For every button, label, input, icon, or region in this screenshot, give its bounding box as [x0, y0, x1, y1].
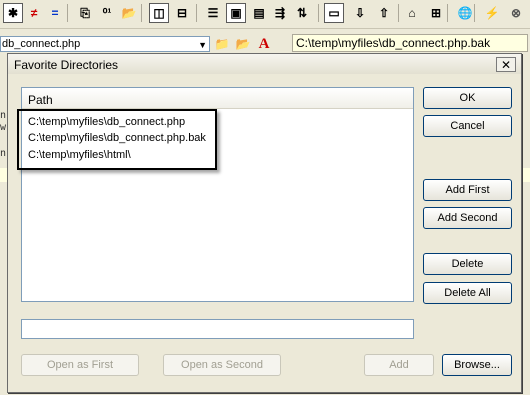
- down-arrow-icon[interactable]: ⇩: [350, 3, 370, 23]
- background-text-fragment: n: [0, 148, 7, 159]
- two-pane-horizontal-icon[interactable]: ⊟: [172, 3, 192, 23]
- frame-icon[interactable]: ▭: [324, 3, 344, 23]
- globe-icon[interactable]: 🌐: [455, 3, 475, 23]
- copy-icon[interactable]: ⎘: [75, 3, 95, 23]
- dialog-titlebar[interactable]: Favorite Directories ✕: [8, 54, 521, 74]
- close-button[interactable]: ✕: [496, 57, 516, 72]
- path-input[interactable]: [21, 319, 414, 339]
- equal-icon[interactable]: =: [45, 3, 65, 23]
- add-second-button[interactable]: Add Second: [423, 207, 512, 229]
- folder-favorite-icon[interactable]: 📂: [233, 34, 253, 54]
- folder-browse-icon[interactable]: 📁: [212, 34, 232, 54]
- add-first-button[interactable]: Add First: [423, 179, 512, 201]
- font-icon[interactable]: A: [254, 34, 274, 54]
- delete-all-button[interactable]: Delete All: [423, 282, 512, 304]
- background-text-fragment: w: [0, 122, 7, 133]
- folder-open-icon[interactable]: 📂: [119, 3, 139, 23]
- two-pane-vertical-icon[interactable]: ◫: [149, 3, 169, 23]
- lightning-icon[interactable]: ⚡: [482, 3, 502, 23]
- toolbar-separator: [447, 4, 448, 22]
- left-path-combo[interactable]: db_connect.php ▼: [0, 36, 210, 52]
- background-text-fragment: n: [0, 110, 7, 121]
- ok-button[interactable]: OK: [423, 87, 512, 109]
- delete-button[interactable]: Delete: [423, 253, 512, 275]
- close-icon: ✕: [500, 57, 512, 72]
- annotation-highlight-box: [17, 109, 217, 170]
- dialog-title: Favorite Directories: [14, 58, 119, 72]
- add-button[interactable]: Add: [364, 354, 434, 376]
- toolbar-separator: [398, 4, 399, 22]
- chevron-down-icon[interactable]: ▼: [198, 38, 207, 52]
- panel-icon[interactable]: ▣: [226, 3, 246, 23]
- folder-tree-icon[interactable]: ⊞: [426, 3, 446, 23]
- stop-icon[interactable]: ⊗: [506, 3, 526, 23]
- cancel-button[interactable]: Cancel: [423, 115, 512, 137]
- not-equal-icon[interactable]: ≠: [24, 3, 44, 23]
- star-icon[interactable]: ✱: [3, 3, 23, 23]
- folder-up-icon[interactable]: ⌂: [402, 3, 422, 23]
- toolbar-separator: [474, 4, 475, 22]
- browse-button[interactable]: Browse...: [442, 354, 512, 376]
- list-icon[interactable]: ☰: [203, 3, 223, 23]
- favorite-directories-dialog: Favorite Directories ✕ Path C:\temp\myfi…: [7, 53, 522, 393]
- column-header-path[interactable]: Path: [22, 88, 413, 109]
- binary-icon[interactable]: ⁰¹: [97, 3, 117, 23]
- toolbar-separator: [196, 4, 197, 22]
- open-as-first-button[interactable]: Open as First: [21, 354, 139, 376]
- toolbar-separator: [67, 4, 68, 22]
- right-path-display: C:\temp\myfiles\db_connect.php.bak: [292, 34, 528, 52]
- wrap-icon[interactable]: ⇶: [270, 3, 290, 23]
- open-as-second-button[interactable]: Open as Second: [163, 354, 281, 376]
- main-toolbar: ✱ ≠ = ⎘ ⁰¹ 📂 ◫ ⊟ ☰ ▣ ▤ ⇶ ⇅ ▭ ⇩ ⇧ ⌂ ⊞ 🌐 ⚡ ⊗: [0, 0, 530, 29]
- path-bar: db_connect.php ▼ 📁 📂 A C:\temp\myfiles\d…: [0, 34, 530, 54]
- column-header-label: Path: [28, 93, 53, 107]
- document-icon[interactable]: ▤: [249, 3, 269, 23]
- up-arrow-icon[interactable]: ⇧: [374, 3, 394, 23]
- toolbar-separator: [141, 4, 142, 22]
- toolbar-separator: [318, 4, 319, 22]
- left-path-value: db_connect.php: [2, 38, 81, 50]
- sync-icon[interactable]: ⇅: [292, 3, 312, 23]
